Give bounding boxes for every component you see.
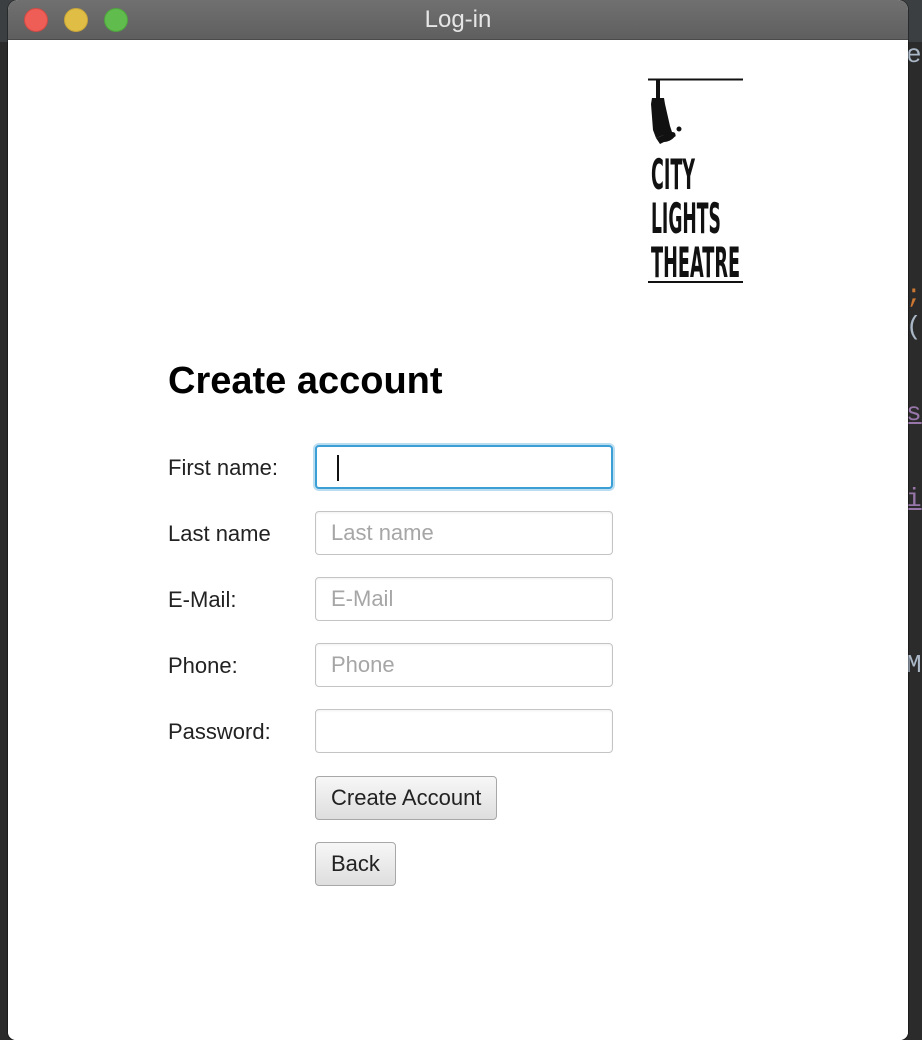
background-code-fragment: i	[906, 484, 922, 514]
first-name-label: First name:	[168, 455, 279, 480]
phone-row: Phone:	[168, 643, 628, 689]
create-account-button[interactable]: Create Account	[315, 776, 498, 820]
background-code-fragment: (	[906, 312, 922, 342]
background-code-fragment: s	[906, 398, 922, 428]
page-title: Create account	[168, 360, 443, 402]
window-content: CITY LIGHTS THEATRE Create account First…	[8, 40, 908, 1040]
email-label: E-Mail:	[168, 587, 237, 612]
last-name-label: Last name	[168, 521, 271, 546]
password-row: Password:	[168, 709, 628, 755]
background-code-fragment: e	[906, 40, 922, 70]
login-window: Log-in CITY LIGHTS THEATRE Create accoun…	[8, 0, 908, 1040]
logo-line-city: CITY	[651, 151, 695, 199]
first-name-row: First name:	[168, 445, 628, 491]
password-input[interactable]	[315, 709, 613, 753]
email-row: E-Mail:	[168, 577, 628, 623]
back-button[interactable]: Back	[315, 842, 396, 886]
phone-label: Phone:	[168, 653, 238, 678]
phone-input[interactable]	[315, 643, 613, 687]
window-title: Log-in	[424, 6, 492, 33]
logo-line-theatre: THEATRE	[651, 239, 740, 287]
first-name-input[interactable]	[315, 445, 613, 489]
password-label: Password:	[168, 719, 271, 744]
logo-line-lights: LIGHTS	[651, 195, 721, 243]
background-code-fragment: M	[906, 650, 922, 680]
background-code-fragment: ;	[906, 280, 922, 310]
last-name-input[interactable]	[315, 511, 613, 555]
email-input[interactable]	[315, 577, 613, 621]
text-caret	[337, 455, 339, 481]
theatre-logo: CITY LIGHTS THEATRE	[648, 78, 743, 287]
last-name-row: Last name	[168, 511, 628, 557]
window-titlebar[interactable]: Log-in	[8, 0, 908, 40]
